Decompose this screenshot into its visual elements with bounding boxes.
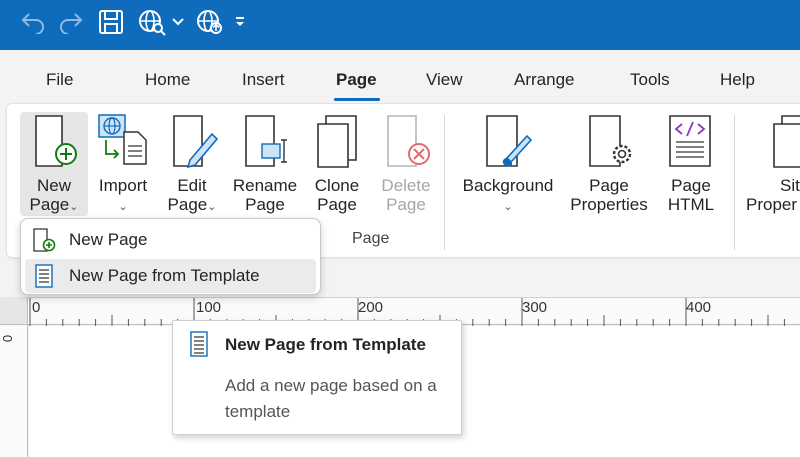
new-page-label-1: New — [36, 176, 71, 195]
edit-page-button[interactable]: Edit Page⌄ — [160, 112, 224, 216]
page-html-label-2: HTML — [667, 195, 715, 214]
vertical-ruler-label-0: 0 — [0, 334, 16, 343]
rename-page-button[interactable]: Rename Page — [230, 112, 300, 216]
tab-help[interactable]: Help — [720, 70, 755, 90]
page-html-label-1: Page — [671, 176, 711, 195]
menu-item-new-page-from-template[interactable]: New Page from Template — [25, 259, 316, 293]
preview-web-icon[interactable] — [136, 6, 168, 38]
tab-file[interactable]: File — [46, 70, 73, 90]
delete-page-label-2: Page — [386, 195, 426, 214]
delete-page-button[interactable]: Delete Page — [374, 112, 438, 216]
quick-access-toolbar — [0, 0, 800, 50]
site-properties-label-1: Sit — [780, 176, 800, 195]
background-button[interactable]: Background ⌄ — [455, 112, 561, 216]
save-icon[interactable] — [96, 6, 126, 38]
tab-home[interactable]: Home — [145, 70, 190, 90]
ruler-label-200: 200 — [358, 299, 384, 316]
rename-page-label-1: Rename — [232, 176, 298, 195]
tooltip: New Page from Template Add a new page ba… — [172, 320, 462, 435]
site-properties-label-2: Proper — [746, 195, 798, 214]
new-page-icon — [34, 114, 78, 172]
menu-item-new-page-label: New Page — [69, 230, 148, 249]
ruler-label-100: 100 — [196, 299, 222, 316]
import-icon — [98, 114, 150, 172]
site-properties-button[interactable]: Sit Proper — [744, 112, 800, 216]
edit-page-label-1: Edit — [177, 176, 207, 195]
undo-icon[interactable] — [18, 6, 48, 38]
ruler-corner — [0, 297, 28, 325]
dropdown-chevron-icon[interactable] — [170, 6, 186, 38]
template-page-icon — [30, 264, 58, 288]
page-properties-icon — [588, 114, 636, 172]
tooltip-title: New Page from Template — [225, 335, 426, 354]
tooltip-description: Add a new page based on a template — [225, 376, 437, 421]
page-properties-label-2: Properties — [570, 195, 648, 214]
edit-page-icon — [172, 114, 220, 172]
rename-page-icon — [244, 114, 292, 172]
page-html-button[interactable]: Page HTML — [660, 112, 722, 216]
site-properties-icon — [772, 114, 800, 172]
tab-arrange[interactable]: Arrange — [514, 70, 574, 90]
background-icon — [485, 114, 535, 172]
tab-tools[interactable]: Tools — [630, 70, 670, 90]
background-label: Background — [462, 176, 554, 195]
active-tab-indicator — [334, 98, 380, 101]
clone-page-button[interactable]: Clone Page — [306, 112, 368, 216]
ribbon-separator — [734, 115, 735, 250]
tab-view[interactable]: View — [426, 70, 463, 90]
page-html-icon — [668, 114, 714, 172]
ribbon-separator — [444, 115, 445, 250]
menu-item-new-page-from-template-label: New Page from Template — [69, 266, 260, 285]
ruler-label-0: 0 — [32, 299, 41, 316]
page-properties-button[interactable]: Page Properties — [564, 112, 654, 216]
delete-page-label-1: Delete — [381, 176, 431, 195]
template-page-icon — [189, 331, 209, 362]
edit-page-label-2: Page — [167, 195, 208, 214]
chevron-down-icon: ⌄ — [69, 201, 79, 213]
new-page-label-2: Page — [29, 195, 70, 214]
chevron-down-icon: ⌄ — [503, 201, 513, 213]
clone-page-icon — [314, 114, 362, 172]
tab-insert[interactable]: Insert — [242, 70, 285, 90]
menu-tabs: File Home Insert Page View Arrange Tools… — [0, 50, 800, 102]
rename-page-label-2: Page — [245, 195, 285, 214]
ruler-label-400: 400 — [686, 299, 712, 316]
tab-page[interactable]: Page — [336, 70, 377, 90]
menu-item-new-page[interactable]: New Page — [25, 223, 316, 257]
redo-icon[interactable] — [56, 6, 86, 38]
import-button[interactable]: Import ⌄ — [92, 112, 154, 216]
new-page-button[interactable]: New Page⌄ — [20, 112, 88, 216]
clone-page-label-1: Clone — [314, 176, 360, 195]
delete-page-icon — [386, 114, 434, 172]
page-properties-label-1: Page — [589, 176, 629, 195]
publish-web-icon[interactable] — [194, 6, 226, 38]
import-label: Import — [98, 176, 148, 195]
clone-page-label-2: Page — [317, 195, 357, 214]
chevron-down-icon: ⌄ — [207, 201, 217, 213]
chevron-down-icon: ⌄ — [118, 201, 128, 213]
new-page-small-icon — [30, 228, 58, 252]
new-page-dropdown: New Page New Page from Template — [20, 218, 321, 295]
ribbon-group-label: Page — [352, 230, 390, 247]
ruler-label-300: 300 — [522, 299, 548, 316]
customize-toolbar-icon[interactable] — [232, 6, 248, 38]
